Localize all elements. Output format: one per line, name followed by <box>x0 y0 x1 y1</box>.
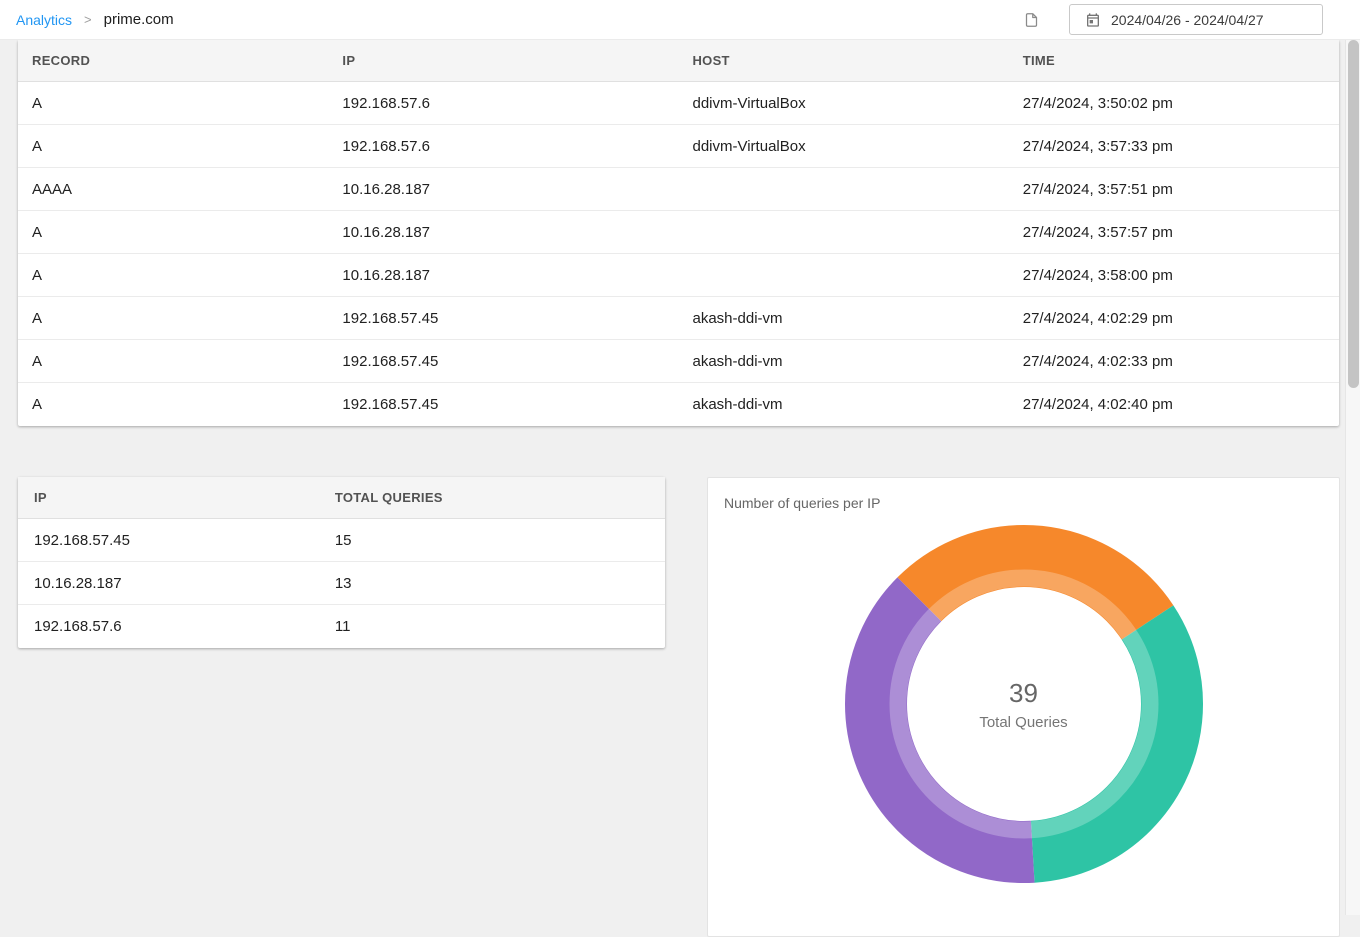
table-row: 10.16.28.18713 <box>18 562 665 605</box>
table-cell: A <box>18 383 328 426</box>
topbar: Analytics > prime.com 2024/04/26 - 2024/… <box>0 0 1360 40</box>
table-cell: 10.16.28.187 <box>328 254 678 297</box>
table-cell: akash-ddi-vm <box>678 383 1008 426</box>
dns-records-table: RECORD IP HOST TIME A192.168.57.6ddivm-V… <box>18 40 1339 426</box>
table-cell: 27/4/2024, 3:57:51 pm <box>1009 168 1339 211</box>
table-cell: ddivm-VirtualBox <box>678 125 1008 168</box>
table-header-row: RECORD IP HOST TIME <box>18 40 1339 82</box>
table-cell: 27/4/2024, 3:57:33 pm <box>1009 125 1339 168</box>
table-cell <box>678 168 1008 211</box>
table-row: A10.16.28.187 27/4/2024, 3:58:00 pm <box>18 254 1339 297</box>
table-row: A192.168.57.6ddivm-VirtualBox27/4/2024, … <box>18 125 1339 168</box>
table-cell: AAAA <box>18 168 328 211</box>
calendar-icon <box>1085 12 1101 28</box>
table-row: A192.168.57.45akash-ddi-vm27/4/2024, 4:0… <box>18 340 1339 383</box>
table-cell: A <box>18 297 328 340</box>
dns-records-table-header: RECORD IP HOST TIME <box>18 40 1339 82</box>
chart-title: Number of queries per IP <box>708 478 1339 511</box>
date-range-picker[interactable]: 2024/04/26 - 2024/04/27 <box>1069 4 1323 35</box>
table-cell: 27/4/2024, 4:02:40 pm <box>1009 383 1339 426</box>
column-header-record: RECORD <box>18 40 328 82</box>
table-row: 192.168.57.4515 <box>18 519 665 562</box>
column-header-host: HOST <box>678 40 1008 82</box>
table-header-row: IP TOTAL QUERIES <box>18 477 665 519</box>
table-cell: ddivm-VirtualBox <box>678 82 1008 125</box>
pdf-export-icon[interactable] <box>1024 11 1039 29</box>
date-range-value: 2024/04/26 - 2024/04/27 <box>1111 12 1264 28</box>
table-cell: A <box>18 340 328 383</box>
table-cell: 27/4/2024, 3:50:02 pm <box>1009 82 1339 125</box>
table-cell: A <box>18 211 328 254</box>
topbar-actions: 2024/04/26 - 2024/04/27 <box>1024 4 1323 35</box>
queries-table-header: IP TOTAL QUERIES <box>18 477 665 519</box>
table-row: A192.168.57.45akash-ddi-vm27/4/2024, 4:0… <box>18 383 1339 426</box>
table-row: AAAA10.16.28.187 27/4/2024, 3:57:51 pm <box>18 168 1339 211</box>
breadcrumb-current-domain: prime.com <box>104 11 174 28</box>
table-cell: 27/4/2024, 3:58:00 pm <box>1009 254 1339 297</box>
table-row: A10.16.28.187 27/4/2024, 3:57:57 pm <box>18 211 1339 254</box>
table-cell: 192.168.57.45 <box>328 297 678 340</box>
table-cell: 192.168.57.6 <box>328 125 678 168</box>
table-cell: 10.16.28.187 <box>328 211 678 254</box>
table-row: 192.168.57.611 <box>18 605 665 648</box>
table-cell: 192.168.57.6 <box>18 605 319 648</box>
column-header-ip: IP <box>328 40 678 82</box>
table-cell: akash-ddi-vm <box>678 340 1008 383</box>
column-header-total-queries: TOTAL QUERIES <box>319 477 665 519</box>
table-cell: 10.16.28.187 <box>328 168 678 211</box>
table-cell: 192.168.57.6 <box>328 82 678 125</box>
column-header-time: TIME <box>1009 40 1339 82</box>
table-row: A192.168.57.6ddivm-VirtualBox27/4/2024, … <box>18 82 1339 125</box>
queries-per-ip-card: IP TOTAL QUERIES 192.168.57.451510.16.28… <box>18 477 665 648</box>
table-cell: 13 <box>319 562 665 605</box>
queries-chart-card: Number of queries per IP 39 Total Querie… <box>707 477 1340 937</box>
breadcrumb-analytics-link[interactable]: Analytics <box>16 12 72 28</box>
table-cell: 192.168.57.45 <box>328 383 678 426</box>
table-cell: 192.168.57.45 <box>328 340 678 383</box>
table-cell: 15 <box>319 519 665 562</box>
table-cell: 27/4/2024, 4:02:33 pm <box>1009 340 1339 383</box>
column-header-ip: IP <box>18 477 319 519</box>
table-cell <box>678 211 1008 254</box>
donut-chart-svg <box>844 524 1204 884</box>
table-cell: 10.16.28.187 <box>18 562 319 605</box>
table-cell: 192.168.57.45 <box>18 519 319 562</box>
table-cell: 27/4/2024, 3:57:57 pm <box>1009 211 1339 254</box>
table-cell: A <box>18 254 328 297</box>
table-cell <box>678 254 1008 297</box>
table-cell: 27/4/2024, 4:02:29 pm <box>1009 297 1339 340</box>
queries-per-ip-table: IP TOTAL QUERIES 192.168.57.451510.16.28… <box>18 477 665 648</box>
table-cell: akash-ddi-vm <box>678 297 1008 340</box>
table-cell: A <box>18 125 328 168</box>
dns-records-card: RECORD IP HOST TIME A192.168.57.6ddivm-V… <box>18 40 1339 426</box>
table-cell: A <box>18 82 328 125</box>
table-cell: 11 <box>319 605 665 648</box>
donut-chart: 39 Total Queries <box>844 524 1204 884</box>
breadcrumb-separator: > <box>84 12 92 27</box>
scrollbar-thumb[interactable] <box>1348 40 1359 388</box>
scrollbar[interactable] <box>1345 40 1360 915</box>
table-row: A192.168.57.45akash-ddi-vm27/4/2024, 4:0… <box>18 297 1339 340</box>
donut-segments <box>844 524 1204 884</box>
